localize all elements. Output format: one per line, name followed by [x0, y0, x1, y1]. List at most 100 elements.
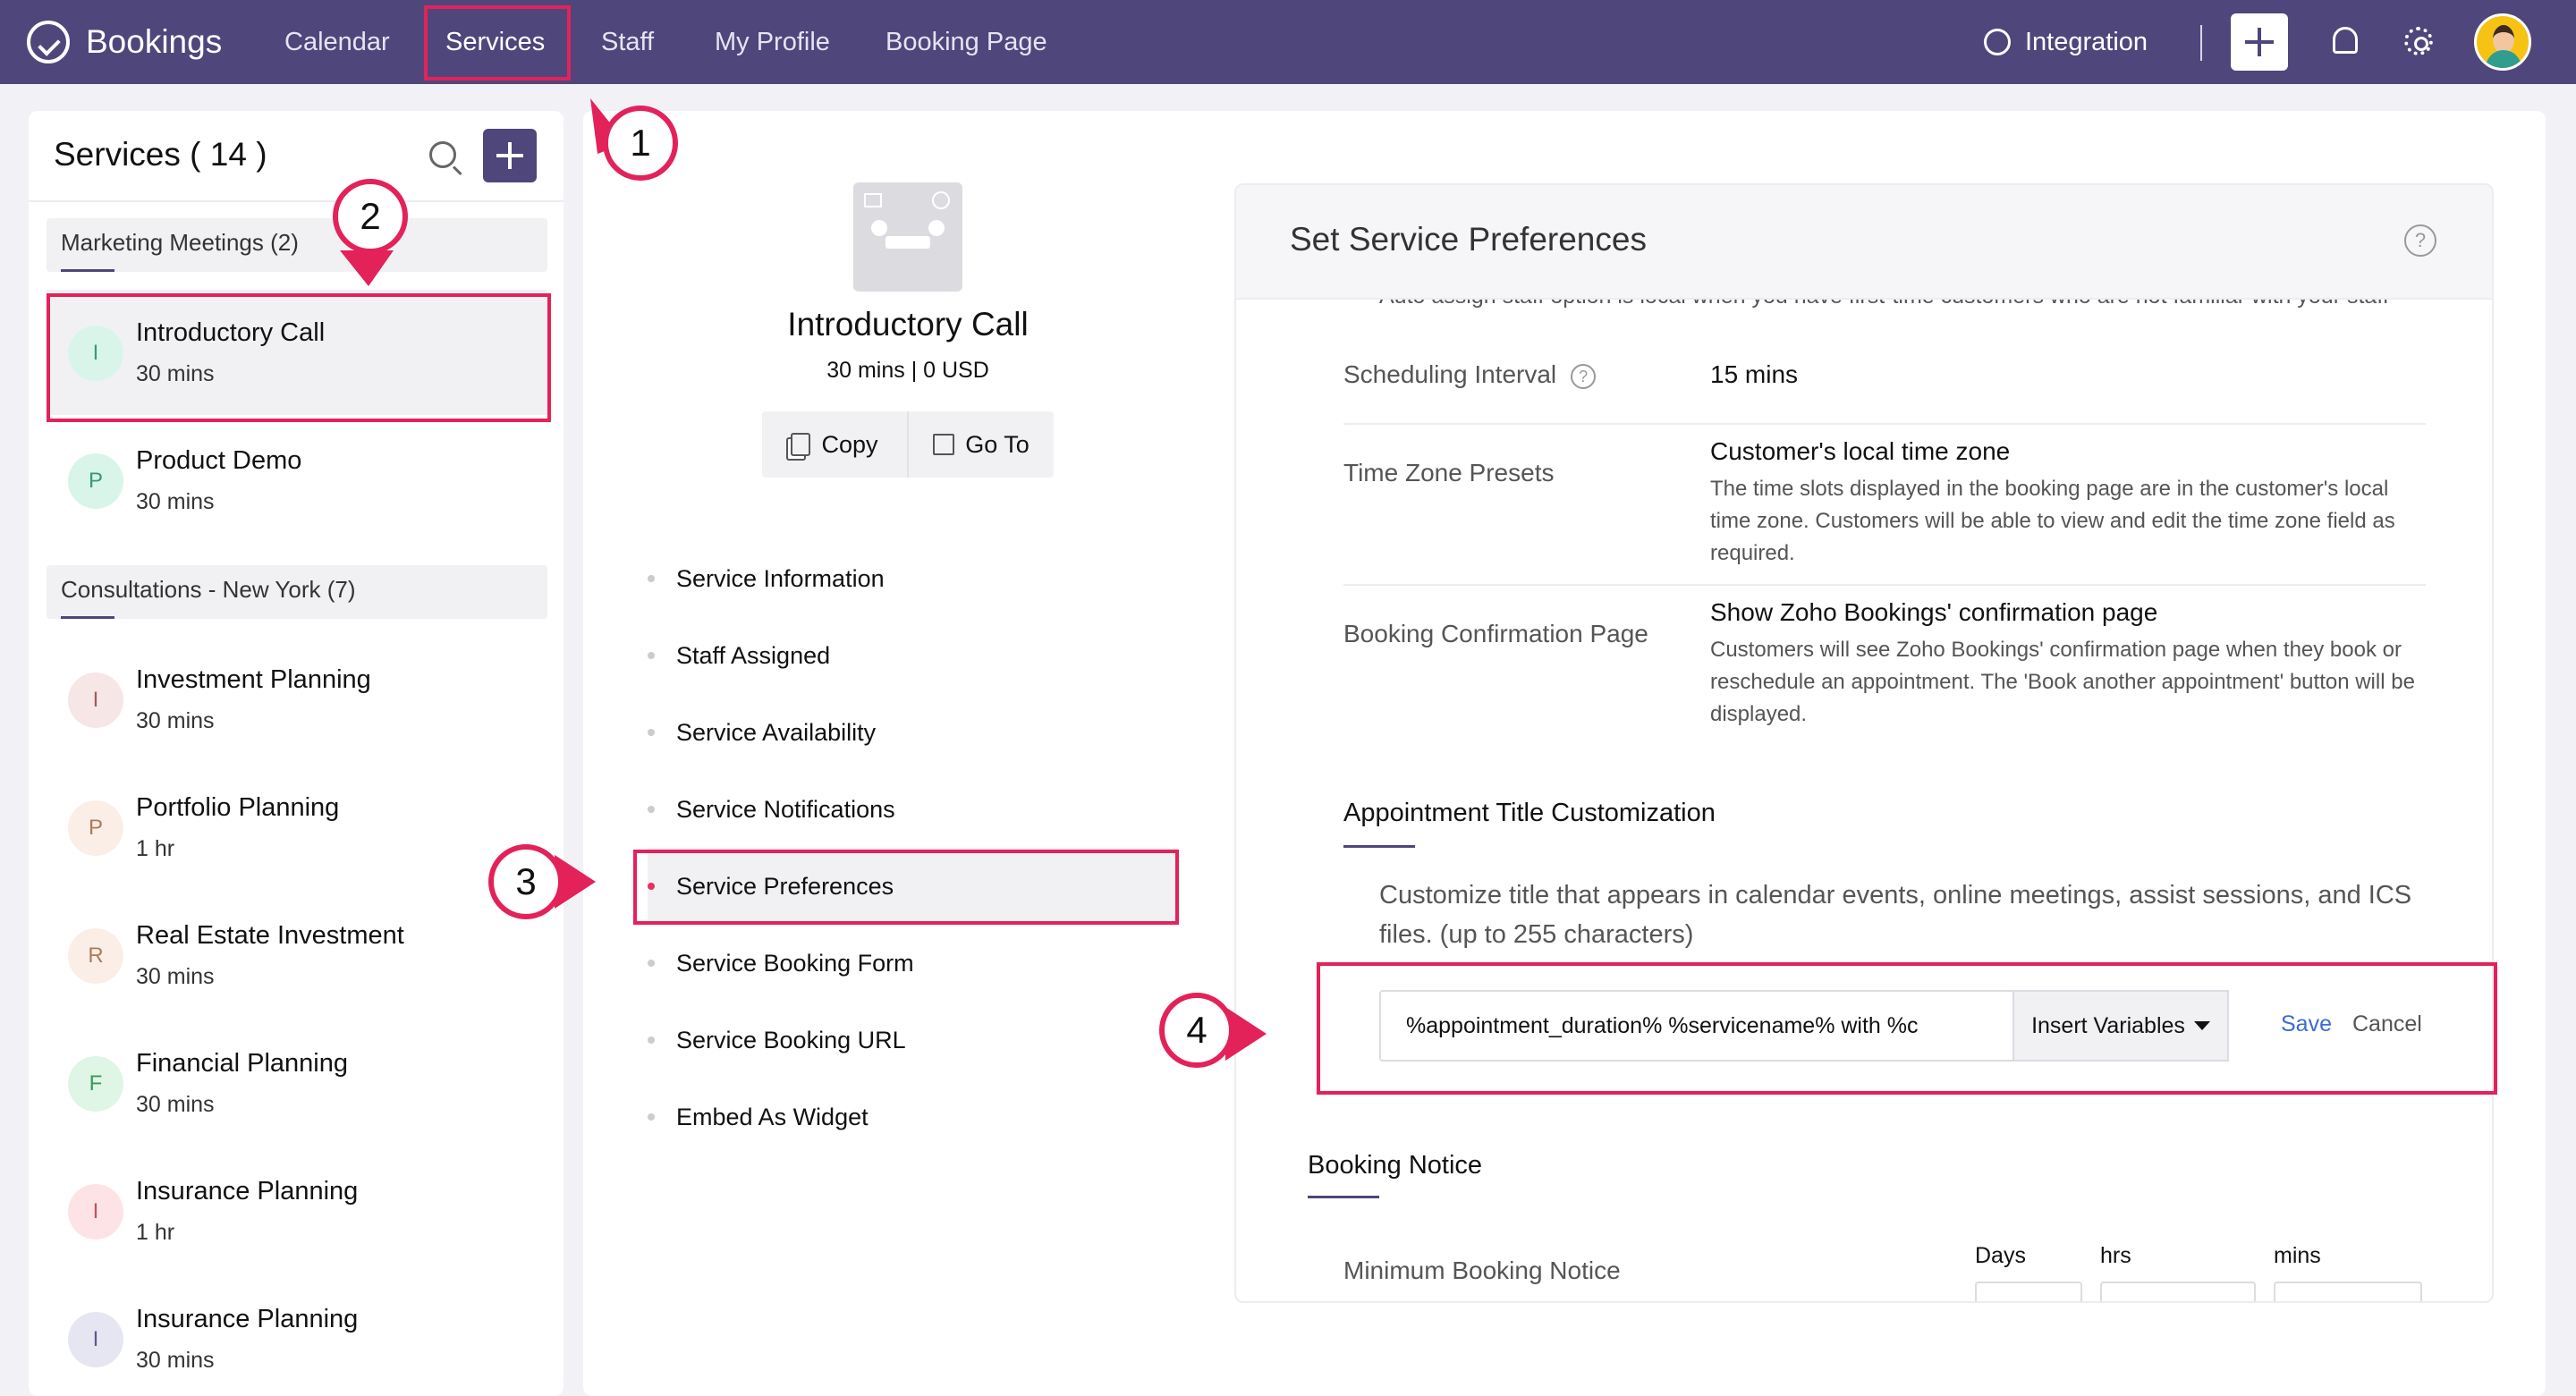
section-underline	[1308, 1196, 1379, 1198]
hrs-input[interactable]	[2100, 1282, 2256, 1301]
copy-button[interactable]: Copy	[762, 411, 907, 478]
highlight-service-preferences	[633, 850, 1179, 925]
quick-add-button[interactable]	[2231, 13, 2288, 71]
service-duration: 30 mins	[136, 1348, 215, 1373]
table-icon	[886, 236, 930, 249]
add-service-button[interactable]	[483, 129, 537, 182]
menu-service-information[interactable]: Service Information	[648, 540, 1175, 617]
mins-input[interactable]	[2274, 1282, 2422, 1301]
sidebar-divider	[29, 200, 564, 202]
nav-my-profile[interactable]: My Profile	[715, 0, 830, 84]
service-item-product-demo[interactable]: P Product Demo 30 mins	[47, 418, 547, 543]
menu-bullet	[648, 960, 655, 967]
hrs-label: hrs	[2100, 1243, 2131, 1268]
section-underline	[1343, 845, 1415, 848]
app-name: Bookings	[86, 23, 223, 60]
highlight-title-customization	[1317, 962, 2497, 1095]
service-duration: 1 hr	[136, 1220, 175, 1245]
integration-icon	[1984, 29, 2011, 55]
menu-label: Service Booking URL	[676, 1026, 906, 1053]
bookings-logo-icon	[27, 21, 70, 63]
menu-bullet	[648, 1036, 655, 1044]
copy-icon	[791, 433, 811, 456]
group-marketing-meetings[interactable]: Marketing Meetings (2)	[47, 218, 547, 272]
service-name: Portfolio Planning	[136, 793, 340, 822]
service-item-insurance-planning[interactable]: I Insurance Planning 1 hr	[47, 1148, 547, 1273]
card-title: Set Service Preferences	[1290, 221, 1647, 258]
service-item-financial-planning[interactable]: F Financial Planning 30 mins	[47, 1020, 547, 1146]
service-initial-avatar: P	[68, 453, 123, 509]
help-icon[interactable]: ?	[2404, 224, 2436, 257]
menu-bullet	[648, 729, 655, 736]
service-title: Introductory Call	[787, 306, 1029, 343]
goto-button[interactable]: Go To	[907, 411, 1054, 478]
nav-divider	[2200, 25, 2202, 61]
days-label: Days	[1975, 1243, 2026, 1268]
copy-label: Copy	[821, 430, 878, 458]
group-label: Marketing Meetings (2)	[61, 229, 299, 256]
clock-icon	[932, 191, 950, 209]
person-icon	[871, 220, 887, 236]
group-underline	[61, 616, 114, 619]
menu-label: Service Notifications	[676, 795, 895, 823]
booking-notice-heading: Booking Notice	[1308, 1151, 1483, 1180]
menu-service-notifications[interactable]: Service Notifications	[648, 771, 1175, 848]
top-nav-bar: Bookings Calendar Services Staff My Prof…	[0, 0, 2576, 84]
service-duration: 30 mins	[136, 964, 215, 989]
menu-bullet	[648, 806, 655, 813]
time-zone-description: The time slots displayed in the booking …	[1710, 477, 2395, 565]
scheduling-interval-value: 15 mins	[1710, 360, 1799, 388]
service-preferences-card: Auto assign staff option is local when y…	[1234, 183, 2494, 1303]
service-initial-avatar: I	[68, 673, 123, 728]
callout-3: 3	[488, 844, 564, 919]
group-consultations-new-york[interactable]: Consultations - New York (7)	[47, 565, 547, 619]
menu-label: Staff Assigned	[676, 641, 831, 669]
title-customization-description: Customize title that appears in calendar…	[1379, 881, 2412, 949]
menu-service-booking-form[interactable]: Service Booking Form	[648, 925, 1175, 1002]
nav-booking-page[interactable]: Booking Page	[886, 0, 1047, 84]
service-name: Product Demo	[136, 446, 302, 475]
mins-label: mins	[2274, 1243, 2321, 1268]
menu-label: Embed As Widget	[676, 1103, 869, 1130]
nav-staff[interactable]: Staff	[601, 0, 654, 84]
external-link-icon	[933, 434, 955, 455]
services-count-title: Services ( 14 )	[54, 136, 267, 173]
integration-link[interactable]: Integration	[1984, 0, 2148, 84]
callout-1: 1	[603, 106, 678, 181]
service-item-portfolio-planning[interactable]: P Portfolio Planning 1 hr	[47, 765, 547, 890]
service-item-investment-planning[interactable]: I Investment Planning 30 mins	[47, 637, 547, 762]
menu-embed-as-widget[interactable]: Embed As Widget	[648, 1079, 1175, 1155]
confirmation-page-value: Show Zoho Bookings' confirmation page	[1710, 598, 2158, 626]
service-duration: 30 mins	[136, 1092, 215, 1117]
gear-icon[interactable]	[2404, 27, 2433, 55]
service-item-insurance-planning-2[interactable]: I Insurance Planning 30 mins	[47, 1276, 547, 1396]
service-initial-avatar: R	[68, 928, 123, 984]
minimum-booking-notice-label: Minimum Booking Notice	[1343, 1256, 1621, 1284]
card-header: Set Service Preferences ?	[1236, 185, 2492, 300]
menu-service-booking-url[interactable]: Service Booking URL	[648, 1002, 1175, 1079]
scheduling-interval-label: Scheduling Interval?	[1343, 360, 1597, 389]
bell-icon[interactable]	[2333, 27, 2358, 54]
group-underline	[61, 269, 114, 272]
service-initial-avatar: I	[68, 1184, 123, 1239]
brand[interactable]: Bookings	[27, 0, 222, 84]
menu-bullet	[648, 1113, 655, 1121]
image-icon	[864, 193, 882, 207]
service-duration: 1 hr	[136, 836, 175, 861]
highlight-introductory-call	[47, 293, 551, 422]
avatar[interactable]	[2474, 13, 2531, 71]
service-initial-avatar: F	[68, 1056, 123, 1112]
menu-service-availability[interactable]: Service Availability	[648, 694, 1175, 771]
help-icon[interactable]: ?	[1571, 363, 1597, 389]
menu-label: Service Booking Form	[676, 949, 914, 977]
time-zone-label: Time Zone Presets	[1343, 459, 1555, 486]
days-input[interactable]	[1975, 1282, 2082, 1301]
confirmation-page-label: Booking Confirmation Page	[1343, 620, 1648, 647]
menu-staff-assigned[interactable]: Staff Assigned	[648, 617, 1175, 694]
search-icon[interactable]	[429, 141, 456, 168]
service-duration: 30 mins	[136, 708, 215, 733]
nav-calendar[interactable]: Calendar	[284, 0, 390, 84]
service-name: Insurance Planning	[136, 1305, 359, 1333]
time-zone-value: Customer's local time zone	[1710, 437, 2011, 465]
service-item-real-estate-investment[interactable]: R Real Estate Investment 30 mins	[47, 893, 547, 1018]
